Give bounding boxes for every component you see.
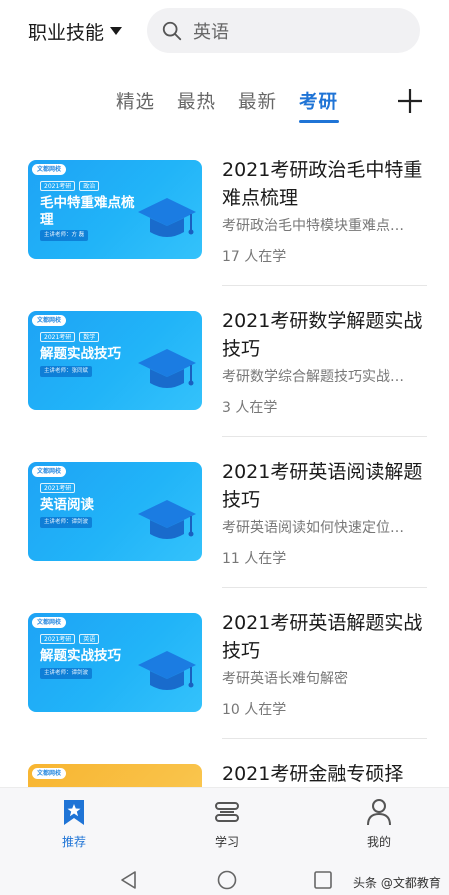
divider [222, 436, 427, 437]
course-title: 2021考研金融专硕择 [222, 763, 404, 785]
course-thumbnail: 文都网校 2021考研 数学 解题实战技巧 主讲老师：张同斌 [28, 311, 202, 410]
nav-study[interactable]: 学习 [187, 788, 267, 860]
tab-kaoyan[interactable]: 考研 [299, 88, 338, 114]
learner-count: 11 人在学 [222, 551, 287, 567]
graduation-cap-icon [138, 349, 196, 388]
divider [222, 587, 427, 588]
thumb-teacher: 主讲老师：谭剑波 [40, 517, 93, 528]
tab-featured[interactable]: 精选 [116, 88, 155, 114]
add-icon[interactable] [397, 88, 423, 114]
thumb-tag: 数学 [79, 332, 100, 342]
thumb-tag: 2021考研 [40, 181, 76, 191]
thumb-tag: 英语 [79, 634, 100, 644]
nav-recommend[interactable]: 推荐 [34, 788, 114, 860]
book-stack-icon [215, 802, 239, 822]
thumb-title: 解题实战技巧 [40, 648, 121, 664]
top-bar: 职业技能 英语 [0, 0, 449, 62]
course-desc: 考研政治毛中特模块重难点… [222, 218, 404, 234]
active-tab-indicator [299, 120, 339, 123]
bottom-nav: 推荐 学习 我的 [0, 787, 449, 859]
back-icon[interactable] [118, 869, 140, 891]
nav-label: 我的 [366, 835, 391, 849]
thumb-teacher: 主讲老师：谭剑波 [40, 668, 93, 679]
category-dropdown[interactable]: 职业技能 [28, 16, 123, 46]
course-title: 2021考研英语阅读解题技巧 [222, 461, 423, 511]
thumb-tag: 2021考研 [40, 332, 76, 342]
graduation-cap-icon [138, 500, 196, 539]
thumb-title: 毛中特重难点梳理 [40, 195, 135, 228]
tab-hottest[interactable]: 最热 [177, 88, 216, 114]
category-label: 职业技能 [28, 21, 105, 44]
brand-logo: 文都网校 [32, 315, 67, 326]
brand-logo: 文都网校 [32, 768, 67, 779]
thumb-teacher: 主讲老师：张同斌 [40, 366, 93, 377]
thumb-tag: 2021考研 [40, 634, 76, 644]
brand-logo: 文都网校 [32, 466, 67, 477]
search-icon [162, 21, 182, 40]
nav-label: 学习 [214, 835, 239, 849]
brand-logo: 文都网校 [32, 164, 67, 175]
course-desc: 考研数学综合解题技巧实战… [222, 369, 404, 385]
course-title: 2021考研政治毛中特重难点梳理 [222, 159, 423, 209]
search-bar[interactable]: 英语 [147, 8, 420, 53]
course-thumbnail: 文都网校 2021考研 英语 解题实战技巧 主讲老师：谭剑波 [28, 613, 202, 712]
brand-logo: 文都网校 [32, 617, 67, 628]
learner-count: 17 人在学 [222, 249, 287, 265]
course-desc: 考研英语长难句解密 [222, 671, 348, 687]
caret-down-icon [110, 27, 123, 35]
course-item[interactable]: 文都网校 2021考研 英语 解题实战技巧 主讲老师：谭剑波 2021考研英语解… [0, 593, 449, 743]
course-item[interactable]: 文都网校 2021考研 英语阅读 主讲老师：谭剑波 2021考研英语阅读解题技巧… [0, 442, 449, 592]
search-input[interactable]: 英语 [193, 18, 229, 44]
category-tabs: 精选 最热 最新 考研 [0, 84, 449, 128]
divider [222, 738, 427, 739]
course-desc: 考研英语阅读如何快速定位… [222, 520, 404, 536]
recents-icon[interactable] [312, 869, 334, 891]
course-item[interactable]: 文都网校 2021考研 政治 毛中特重难点梳理 主讲老师：方 磊 2021考研政… [0, 140, 449, 290]
divider [222, 285, 427, 286]
learner-count: 3 人在学 [222, 400, 278, 416]
course-title: 2021考研数学解题实战技巧 [222, 310, 423, 360]
course-item[interactable]: 文都网校 2021考研 数学 解题实战技巧 主讲老师：张同斌 2021考研数学解… [0, 291, 449, 441]
watermark: 头条 @文都教育 [353, 876, 441, 890]
graduation-cap-icon [138, 198, 196, 237]
thumb-title: 解题实战技巧 [40, 346, 121, 362]
person-icon [367, 799, 391, 826]
tab-newest[interactable]: 最新 [238, 88, 277, 114]
bookmark-star-icon [64, 800, 84, 825]
nav-label: 推荐 [61, 835, 86, 849]
nav-profile[interactable]: 我的 [339, 788, 419, 860]
home-icon[interactable] [216, 869, 238, 891]
thumb-teacher: 主讲老师：方 磊 [40, 230, 89, 241]
course-title: 2021考研英语解题实战技巧 [222, 612, 423, 662]
thumb-title: 英语阅读 [40, 497, 94, 513]
thumb-tag: 2021考研 [40, 483, 76, 493]
course-thumbnail: 文都网校 2021考研 英语阅读 主讲老师：谭剑波 [28, 462, 202, 561]
course-thumbnail: 文都网校 2021考研 政治 毛中特重难点梳理 主讲老师：方 磊 [28, 160, 202, 259]
learner-count: 10 人在学 [222, 702, 287, 718]
thumb-tag: 政治 [79, 181, 100, 191]
graduation-cap-icon [138, 651, 196, 690]
